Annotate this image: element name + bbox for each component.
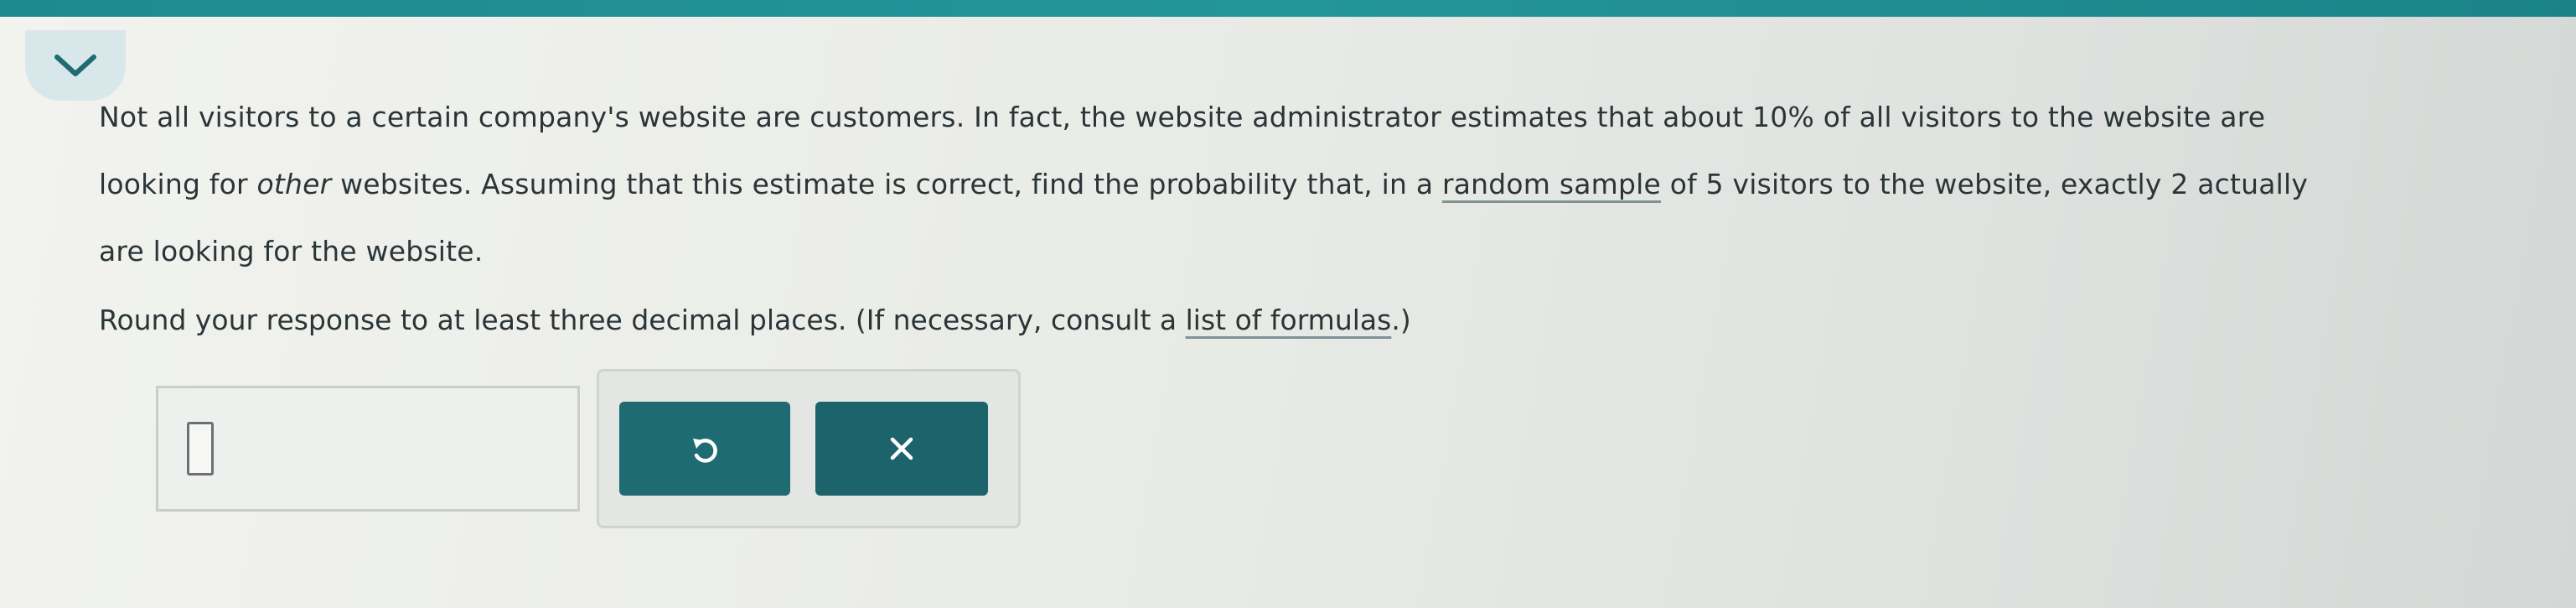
button-panel	[597, 369, 1021, 528]
question-line-3: are looking for the website.	[99, 235, 484, 268]
instruction-start: Round your response to at least three de…	[99, 304, 1186, 336]
list-of-formulas-link[interactable]: list of formulas	[1186, 304, 1392, 336]
instruction-text: Round your response to at least three de…	[99, 287, 1411, 354]
undo-button[interactable]	[619, 402, 790, 496]
chevron-down-icon	[54, 55, 96, 76]
question-line-2-end: of 5 visitors to the website, exactly 2 …	[1661, 168, 2309, 200]
undo-icon	[693, 439, 717, 463]
question-line-2: looking for other websites. Assuming tha…	[99, 151, 2512, 218]
question-text: Not all visitors to a certain company's …	[99, 84, 2512, 285]
question-line-2-middle: websites. Assuming that this estimate is…	[331, 168, 1442, 200]
instruction-end: .)	[1391, 304, 1411, 336]
top-bar	[0, 0, 2576, 17]
question-line-1: Not all visitors to a certain company's …	[99, 101, 2266, 133]
answer-area	[156, 386, 580, 512]
emphasized-word: other	[256, 168, 332, 200]
question-line-2-start: looking for	[99, 168, 257, 200]
page: Not all visitors to a certain company's …	[0, 0, 2576, 608]
answer-input[interactable]	[187, 422, 214, 475]
close-icon	[890, 437, 913, 460]
clear-button[interactable]	[815, 402, 988, 496]
random-sample-link[interactable]: random sample	[1442, 168, 1661, 200]
